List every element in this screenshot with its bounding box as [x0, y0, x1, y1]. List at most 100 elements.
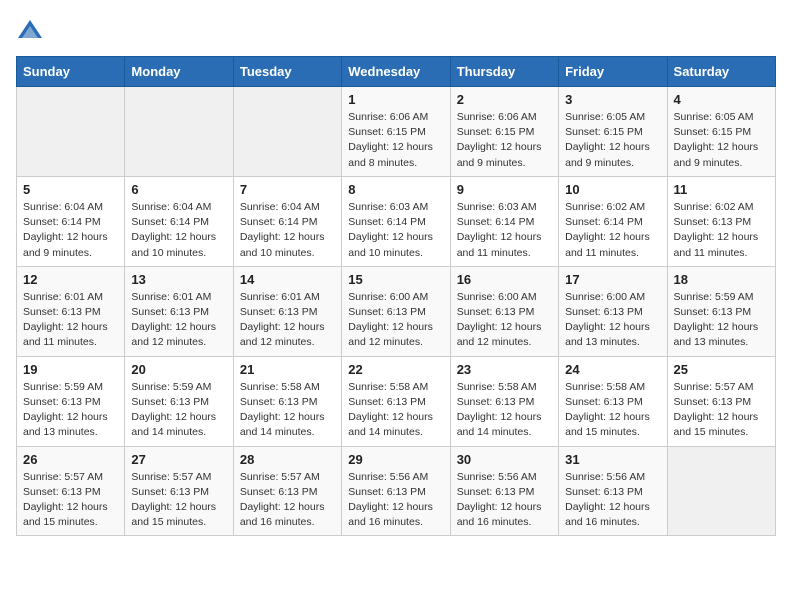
day-info: Sunrise: 6:05 AM Sunset: 6:15 PM Dayligh…	[565, 110, 660, 171]
day-info: Sunrise: 5:56 AM Sunset: 6:13 PM Dayligh…	[565, 470, 660, 531]
day-info: Sunrise: 5:57 AM Sunset: 6:13 PM Dayligh…	[131, 470, 226, 531]
day-number: 21	[240, 362, 335, 377]
calendar-cell: 6Sunrise: 6:04 AM Sunset: 6:14 PM Daylig…	[125, 176, 233, 266]
calendar-cell: 18 Sunrise: 5:59 AM Sunset: 6:13 PM Dayli…	[667, 266, 775, 356]
calendar-cell: 27Sunrise: 5:57 AM Sunset: 6:13 PM Dayli…	[125, 446, 233, 536]
logo-icon	[16, 16, 44, 44]
calendar-cell: 12 Sunrise: 6:01 AM Sunset: 6:13 PM Dayli…	[17, 266, 125, 356]
day-number: 9	[457, 182, 552, 197]
calendar-cell: 15 Sunrise: 6:00 AM Sunset: 6:13 PM Dayli…	[342, 266, 450, 356]
day-info: Sunrise: 6:01 AM Sunset: 6:13 PM Dayligh…	[23, 290, 118, 351]
calendar-week-2: 5 Sunrise: 6:04 AM Sunset: 6:14 PM Daylig…	[17, 176, 776, 266]
day-info: Sunrise: 5:58 AM Sunset: 6:13 PM Dayligh…	[457, 380, 552, 441]
day-info: Sunrise: 6:04 AM Sunset: 6:14 PM Dayligh…	[23, 200, 118, 261]
calendar-cell	[667, 446, 775, 536]
calendar-cell: 26 Sunrise: 5:57 AM Sunset: 6:13 PM Dayli…	[17, 446, 125, 536]
calendar-header-friday: Friday	[559, 57, 667, 87]
calendar-cell: 23Sunrise: 5:58 AM Sunset: 6:13 PM Dayli…	[450, 356, 558, 446]
calendar-cell: 16Sunrise: 6:00 AM Sunset: 6:13 PM Dayli…	[450, 266, 558, 356]
calendar-cell: 31 Sunrise: 5:56 AM Sunset: 6:13 PM Dayli…	[559, 446, 667, 536]
logo	[16, 16, 48, 44]
calendar-header-row: SundayMondayTuesdayWednesdayThursdayFrid…	[17, 57, 776, 87]
day-number: 15	[348, 272, 443, 287]
calendar-cell: 1 Sunrise: 6:06 AM Sunset: 6:15 PM Daylig…	[342, 87, 450, 177]
calendar-cell: 2Sunrise: 6:06 AM Sunset: 6:15 PM Daylig…	[450, 87, 558, 177]
calendar-cell: 10 Sunrise: 6:02 AM Sunset: 6:14 PM Dayli…	[559, 176, 667, 266]
calendar-cell: 13 Sunrise: 6:01 AM Sunset: 6:13 PM Dayli…	[125, 266, 233, 356]
calendar-header-monday: Monday	[125, 57, 233, 87]
calendar-cell: 3 Sunrise: 6:05 AM Sunset: 6:15 PM Daylig…	[559, 87, 667, 177]
day-number: 7	[240, 182, 335, 197]
day-info: Sunrise: 6:01 AM Sunset: 6:13 PM Dayligh…	[131, 290, 226, 351]
calendar-cell: 14 Sunrise: 6:01 AM Sunset: 6:13 PM Dayli…	[233, 266, 341, 356]
day-number: 13	[131, 272, 226, 287]
calendar-cell: 8Sunrise: 6:03 AM Sunset: 6:14 PM Daylig…	[342, 176, 450, 266]
day-info: Sunrise: 6:03 AM Sunset: 6:14 PM Dayligh…	[457, 200, 552, 261]
day-info: Sunrise: 5:59 AM Sunset: 6:13 PM Dayligh…	[131, 380, 226, 441]
calendar-week-1: 1 Sunrise: 6:06 AM Sunset: 6:15 PM Daylig…	[17, 87, 776, 177]
calendar-header-tuesday: Tuesday	[233, 57, 341, 87]
calendar-cell: 28 Sunrise: 5:57 AM Sunset: 6:13 PM Dayli…	[233, 446, 341, 536]
calendar-week-4: 19 Sunrise: 5:59 AM Sunset: 6:13 PM Dayli…	[17, 356, 776, 446]
day-info: Sunrise: 5:59 AM Sunset: 6:13 PM Dayligh…	[23, 380, 118, 441]
calendar-cell: 29 Sunrise: 5:56 AM Sunset: 6:13 PM Dayli…	[342, 446, 450, 536]
calendar-header-thursday: Thursday	[450, 57, 558, 87]
day-info: Sunrise: 5:58 AM Sunset: 6:13 PM Dayligh…	[565, 380, 660, 441]
day-info: Sunrise: 5:56 AM Sunset: 6:13 PM Dayligh…	[348, 470, 443, 531]
day-info: Sunrise: 6:05 AM Sunset: 6:15 PM Dayligh…	[674, 110, 769, 171]
day-number: 31	[565, 452, 660, 467]
day-info: Sunrise: 6:02 AM Sunset: 6:13 PM Dayligh…	[674, 200, 769, 261]
day-info: Sunrise: 6:01 AM Sunset: 6:13 PM Dayligh…	[240, 290, 335, 351]
calendar-header-wednesday: Wednesday	[342, 57, 450, 87]
day-number: 30	[457, 452, 552, 467]
day-number: 29	[348, 452, 443, 467]
calendar-cell: 30Sunrise: 5:56 AM Sunset: 6:13 PM Dayli…	[450, 446, 558, 536]
calendar-cell: 4 Sunrise: 6:05 AM Sunset: 6:15 PM Daylig…	[667, 87, 775, 177]
day-number: 12	[23, 272, 118, 287]
day-info: Sunrise: 6:00 AM Sunset: 6:13 PM Dayligh…	[457, 290, 552, 351]
day-number: 22	[348, 362, 443, 377]
calendar-week-3: 12 Sunrise: 6:01 AM Sunset: 6:13 PM Dayli…	[17, 266, 776, 356]
calendar-cell: 19 Sunrise: 5:59 AM Sunset: 6:13 PM Dayli…	[17, 356, 125, 446]
day-number: 2	[457, 92, 552, 107]
day-number: 20	[131, 362, 226, 377]
calendar-cell: 5 Sunrise: 6:04 AM Sunset: 6:14 PM Daylig…	[17, 176, 125, 266]
calendar-cell	[125, 87, 233, 177]
day-info: Sunrise: 5:57 AM Sunset: 6:13 PM Dayligh…	[240, 470, 335, 531]
calendar-header-saturday: Saturday	[667, 57, 775, 87]
day-info: Sunrise: 6:06 AM Sunset: 6:15 PM Dayligh…	[348, 110, 443, 171]
day-info: Sunrise: 5:58 AM Sunset: 6:13 PM Dayligh…	[240, 380, 335, 441]
day-number: 24	[565, 362, 660, 377]
day-number: 6	[131, 182, 226, 197]
day-number: 19	[23, 362, 118, 377]
day-info: Sunrise: 5:57 AM Sunset: 6:13 PM Dayligh…	[23, 470, 118, 531]
day-info: Sunrise: 6:03 AM Sunset: 6:14 PM Dayligh…	[348, 200, 443, 261]
day-number: 25	[674, 362, 769, 377]
day-info: Sunrise: 6:02 AM Sunset: 6:14 PM Dayligh…	[565, 200, 660, 261]
calendar-cell: 17Sunrise: 6:00 AM Sunset: 6:13 PM Dayli…	[559, 266, 667, 356]
calendar-cell: 24 Sunrise: 5:58 AM Sunset: 6:13 PM Dayli…	[559, 356, 667, 446]
day-number: 4	[674, 92, 769, 107]
day-info: Sunrise: 6:00 AM Sunset: 6:13 PM Dayligh…	[348, 290, 443, 351]
calendar-cell	[17, 87, 125, 177]
day-number: 5	[23, 182, 118, 197]
calendar-cell: 22 Sunrise: 5:58 AM Sunset: 6:13 PM Dayli…	[342, 356, 450, 446]
day-info: Sunrise: 5:57 AM Sunset: 6:13 PM Dayligh…	[674, 380, 769, 441]
calendar-cell: 7Sunrise: 6:04 AM Sunset: 6:14 PM Daylig…	[233, 176, 341, 266]
day-number: 26	[23, 452, 118, 467]
day-number: 14	[240, 272, 335, 287]
calendar-cell	[233, 87, 341, 177]
calendar-header-sunday: Sunday	[17, 57, 125, 87]
day-info: Sunrise: 5:58 AM Sunset: 6:13 PM Dayligh…	[348, 380, 443, 441]
calendar-cell: 20 Sunrise: 5:59 AM Sunset: 6:13 PM Dayli…	[125, 356, 233, 446]
day-number: 3	[565, 92, 660, 107]
page-header	[16, 16, 776, 44]
day-info: Sunrise: 5:59 AM Sunset: 6:13 PM Dayligh…	[674, 290, 769, 351]
calendar-table: SundayMondayTuesdayWednesdayThursdayFrid…	[16, 56, 776, 536]
day-number: 18	[674, 272, 769, 287]
calendar-cell: 11Sunrise: 6:02 AM Sunset: 6:13 PM Dayli…	[667, 176, 775, 266]
day-number: 28	[240, 452, 335, 467]
day-number: 10	[565, 182, 660, 197]
day-number: 1	[348, 92, 443, 107]
calendar-cell: 9 Sunrise: 6:03 AM Sunset: 6:14 PM Daylig…	[450, 176, 558, 266]
